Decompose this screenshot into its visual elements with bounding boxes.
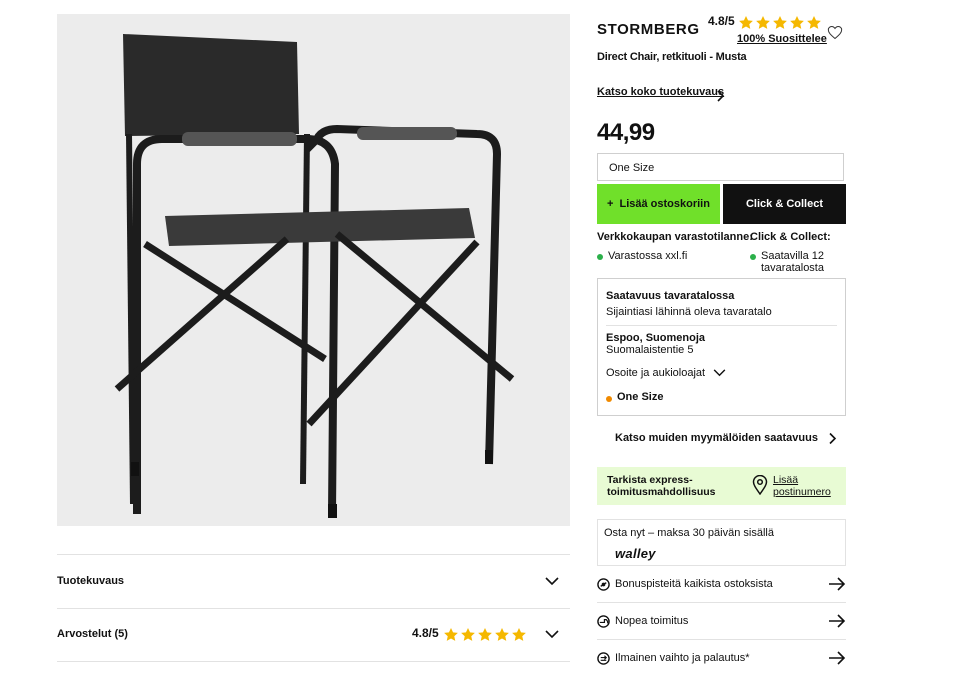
location-pin-icon (752, 475, 768, 495)
arrow-right-icon (829, 651, 846, 665)
divider (606, 325, 837, 326)
store-hours-label: Osoite ja aukioloajat (606, 367, 706, 379)
star-icon (739, 16, 753, 29)
usp-label: Nopea toimitus (615, 615, 689, 627)
product-rating[interactable]: 4.8/5 (708, 14, 735, 28)
store-hours-toggle[interactable]: Osoite ja aukioloajat (606, 366, 726, 380)
add-to-cart-label: Lisää ostoskoriin (619, 198, 710, 210)
star-icon (444, 628, 458, 641)
accordion-description[interactable]: Tuotekuvaus (57, 555, 570, 608)
walley-box[interactable]: Osta nyt – maksa 30 päivän sisällä walle… (597, 519, 846, 566)
click-collect-button[interactable]: Click & Collect (723, 184, 846, 224)
add-postcode-link[interactable]: Lisää postinumero (773, 474, 843, 498)
star-icon (756, 16, 770, 29)
divider (57, 661, 570, 662)
brand-name: STORMBERG (597, 21, 700, 38)
store-availability: Saatavuus tavaratalossa Sijaintiasi lähi… (597, 278, 846, 416)
chevron-right-icon (829, 432, 837, 444)
heart-icon[interactable] (827, 25, 843, 40)
return-icon (597, 651, 610, 665)
brand-logo[interactable]: STORMBERG (597, 21, 699, 38)
star-icon (512, 628, 526, 641)
store-address: Suomalaistentie 5 (606, 344, 694, 356)
chevron-down-icon (545, 577, 559, 586)
walley-text: Osta nyt – maksa 30 päivän sisällä (604, 527, 774, 539)
click-collect-label: Click & Collect (745, 198, 824, 210)
store-availability-subheading: Sijaintiasi lähinnä oleva tavaratalo (606, 306, 772, 318)
accordion-description-title: Tuotekuvaus (57, 575, 125, 587)
usp-bonus[interactable]: Bonuspisteitä kaikista ostoksista (597, 566, 846, 602)
size-select-value: One Size (609, 162, 655, 174)
star-icon (461, 628, 475, 641)
other-stores-label: Katso muiden myymälöiden saatavuus (615, 432, 818, 444)
online-stock-heading: Verkkokaupan varastotilanne: (597, 231, 753, 243)
star-icon (495, 628, 509, 641)
delivery-icon (597, 614, 610, 628)
usp-delivery[interactable]: Nopea toimitus (597, 603, 846, 639)
product-stars[interactable] (738, 15, 822, 31)
store-availability-heading: Saatavuus tavaratalossa (606, 290, 735, 302)
cc-stock-heading: Click & Collect: (750, 231, 831, 243)
usp-label: Ilmainen vaihto ja palautus* (615, 652, 750, 664)
other-stores-link[interactable]: Katso muiden myymälöiden saatavuus (615, 430, 837, 446)
product-name: Direct Chair, retkituoli - Musta (597, 51, 747, 63)
size-status-dot (606, 396, 612, 402)
in-stock-dot (597, 254, 603, 260)
chevron-down-icon (545, 630, 559, 639)
star-icon (773, 16, 787, 29)
accordion-reviews[interactable]: Arvostelut (5) 4.8/5 (57, 609, 570, 661)
express-delivery-box: Tarkista express-toimitusmahdollisuus Li… (597, 467, 846, 505)
price: 44,99 (597, 119, 655, 146)
cc-stock-status: Saatavilla 12 tavaratalosta (761, 250, 824, 274)
store-size: One Size (617, 391, 664, 403)
usp-return[interactable]: Ilmainen vaihto ja palautus* (597, 640, 846, 676)
recommend-link[interactable]: 100% Suosittelee (737, 33, 827, 45)
chevron-down-icon (713, 369, 726, 377)
chevron-right-icon (717, 90, 725, 102)
online-stock-status: Varastossa xxl.fi (608, 250, 688, 262)
walley-logo: walley (615, 546, 656, 561)
in-stock-dot (750, 254, 756, 260)
arrow-right-icon (829, 614, 846, 628)
store-name: Espoo, Suomenoja (606, 332, 706, 344)
bonus-icon (597, 577, 610, 591)
usp-label: Bonuspisteitä kaikista ostoksista (615, 578, 773, 590)
accordion-reviews-title: Arvostelut (5) (57, 628, 128, 640)
arrow-right-icon (829, 577, 846, 591)
star-icon (807, 16, 821, 29)
add-to-cart-button[interactable]: + Lisää ostoskoriin (597, 184, 720, 224)
star-icon (478, 628, 492, 641)
size-select[interactable]: One Size (597, 153, 844, 181)
chair-illustration (114, 34, 515, 518)
plus-icon: + (607, 198, 614, 210)
reviews-stars (443, 627, 527, 643)
product-image[interactable] (57, 14, 570, 526)
see-description-link[interactable]: Katso koko tuotekuvaus (597, 86, 724, 98)
star-icon (790, 16, 804, 29)
express-label: Tarkista express-toimitusmahdollisuus (607, 474, 716, 498)
reviews-rating: 4.8/5 (412, 626, 439, 640)
